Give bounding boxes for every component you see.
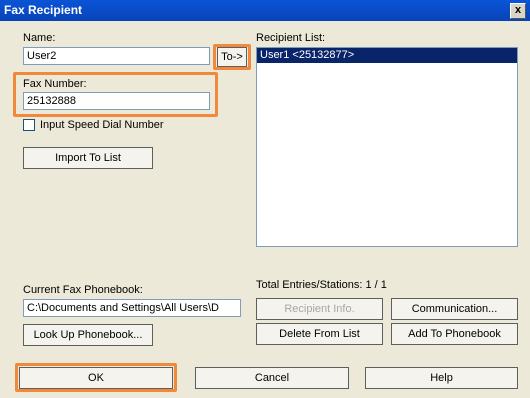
add-to-phonebook-button[interactable]: Add To Phonebook <box>391 323 518 345</box>
recipient-listbox[interactable]: User1 <25132877> <box>256 47 518 247</box>
speed-dial-checkbox[interactable] <box>23 119 35 131</box>
name-input[interactable]: User2 <box>23 47 210 65</box>
communication-button[interactable]: Communication... <box>391 298 518 320</box>
total-entries-label: Total Entries/Stations: 1 / 1 <box>256 279 387 291</box>
fax-number-label: Fax Number: <box>23 78 87 90</box>
cancel-button[interactable]: Cancel <box>195 367 349 389</box>
fax-recipient-dialog: Fax Recipient x Name: User2 To-> Fax Num… <box>0 0 530 398</box>
ok-button[interactable]: OK <box>19 367 173 389</box>
recipient-list-item[interactable]: User1 <25132877> <box>257 48 517 63</box>
title-bar: Fax Recipient x <box>0 0 530 21</box>
delete-from-list-button[interactable]: Delete From List <box>256 323 383 345</box>
close-icon: x <box>514 4 522 16</box>
phonebook-label: Current Fax Phonebook: <box>23 284 143 296</box>
recipient-list-label: Recipient List: <box>256 32 326 44</box>
close-button[interactable]: x <box>510 3 526 19</box>
phonebook-path-input[interactable]: C:\Documents and Settings\All Users\D <box>23 299 241 317</box>
fax-number-input[interactable]: 25132888 <box>23 92 210 110</box>
speed-dial-label[interactable]: Input Speed Dial Number <box>40 119 164 131</box>
recipient-info-button[interactable]: Recipient Info. <box>256 298 383 320</box>
help-button[interactable]: Help <box>365 367 518 389</box>
to-button[interactable]: To-> <box>217 47 247 67</box>
name-label: Name: <box>23 32 56 44</box>
look-up-phonebook-button[interactable]: Look Up Phonebook... <box>23 324 153 346</box>
dialog-title: Fax Recipient <box>4 3 83 17</box>
import-to-list-button[interactable]: Import To List <box>23 147 153 169</box>
